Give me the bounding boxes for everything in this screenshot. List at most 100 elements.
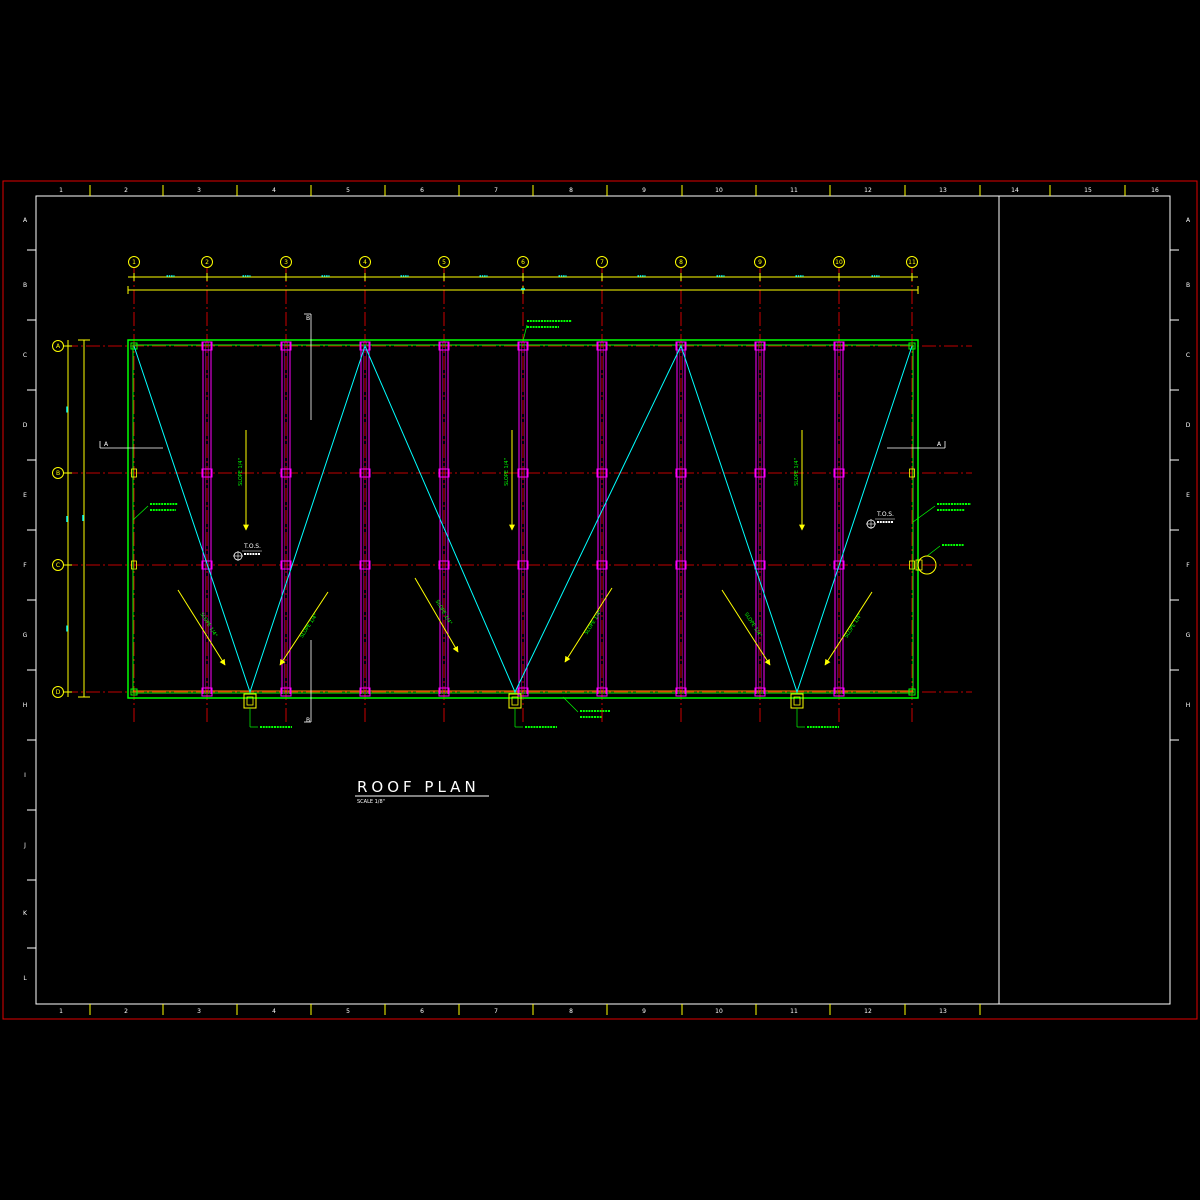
border-label-top: 7 bbox=[494, 187, 498, 194]
roof-drains bbox=[243, 693, 839, 728]
slope-arrow bbox=[721, 589, 771, 666]
slope-label: SLOPE 1/4" bbox=[299, 613, 319, 640]
border-label-left: B bbox=[23, 282, 27, 289]
border-bottom-zone-labels: 1 2 3 4 5 6 7 8 9 10 11 12 13 bbox=[59, 1004, 981, 1015]
tos-label: T.O.S. bbox=[876, 511, 894, 518]
border-label-top: 8 bbox=[569, 187, 573, 194]
border-top-zone-labels: 1 2 3 4 5 6 7 8 9 10 11 12 13 14 15 16 bbox=[59, 185, 1159, 196]
grid-bubble-column-label: 9 bbox=[758, 259, 762, 266]
border-label-bottom: 8 bbox=[569, 1008, 573, 1015]
slope-label: SLOPE 1/4" bbox=[794, 458, 800, 486]
border-label-top: 4 bbox=[272, 187, 276, 194]
border-label-left: A bbox=[23, 217, 28, 224]
border-label-left: I bbox=[24, 772, 26, 779]
border-label-bottom: 5 bbox=[346, 1008, 350, 1015]
dimension-strings bbox=[64, 273, 919, 698]
border-label-left: J bbox=[23, 842, 26, 849]
border-label-bottom: 3 bbox=[197, 1008, 201, 1015]
border-label-top: 5 bbox=[346, 187, 350, 194]
border-label-bottom: 1 bbox=[59, 1008, 63, 1015]
drawing-canvas: ROOF PLAN SCALE 1/8" 1 2 3 4 5 6 7 8 9 10 11 12 13 14… bbox=[0, 0, 1200, 1200]
section-label-a: A bbox=[104, 441, 109, 448]
section-label-a: A bbox=[937, 441, 942, 448]
border-label-left: D bbox=[23, 422, 28, 429]
drawing-scale: SCALE 1/8" bbox=[357, 799, 385, 805]
border-label-right: A bbox=[1186, 217, 1191, 224]
border-label-left: F bbox=[23, 562, 27, 569]
border-label-bottom: 4 bbox=[272, 1008, 276, 1015]
grid-bubble-column-label: 5 bbox=[442, 259, 446, 266]
slope-label: SLOPE 1/4" bbox=[238, 458, 244, 486]
grid-bubble-column-label: 11 bbox=[908, 259, 916, 266]
tos-label: T.O.S. bbox=[243, 543, 261, 550]
border-label-left: E bbox=[23, 492, 27, 499]
border-label-right: H bbox=[1186, 702, 1191, 709]
border-label-top: 15 bbox=[1084, 187, 1092, 194]
border-label-top: 12 bbox=[864, 187, 872, 194]
border-label-bottom: 12 bbox=[864, 1008, 872, 1015]
border-label-left: H bbox=[23, 702, 28, 709]
top-of-steel-markers: T.O.S. T.O.S. bbox=[233, 511, 895, 561]
border-label-top: 2 bbox=[124, 187, 128, 194]
roof-drain bbox=[790, 693, 804, 709]
annotation-notes bbox=[132, 320, 971, 718]
section-cut-markers: A A B B bbox=[99, 313, 946, 724]
border-label-bottom: 11 bbox=[790, 1008, 798, 1015]
grid-bubble-column-label: 6 bbox=[521, 259, 525, 266]
slope-arrow bbox=[414, 577, 459, 653]
grid-bubble-column-label: 2 bbox=[205, 259, 209, 266]
border-label-right: E bbox=[1186, 492, 1190, 499]
grid-bubble-column-label: 7 bbox=[600, 259, 604, 266]
border-right-zone-labels: A B C D E F G H bbox=[1170, 217, 1191, 741]
border-label-right: B bbox=[1186, 282, 1190, 289]
drawing-title-block: ROOF PLAN SCALE 1/8" bbox=[355, 778, 489, 805]
drawing-title: ROOF PLAN bbox=[357, 778, 480, 796]
border-label-bottom: 10 bbox=[715, 1008, 723, 1015]
border-label-right: C bbox=[1186, 352, 1190, 359]
grid-bubble-row-label: C bbox=[56, 562, 60, 569]
joist-note-right-leader bbox=[912, 505, 936, 523]
border-label-right: D bbox=[1186, 422, 1191, 429]
border-label-top: 1 bbox=[59, 187, 63, 194]
grid-bubble-row-label: A bbox=[56, 343, 61, 350]
grid-bubble-column-label: 3 bbox=[284, 259, 288, 266]
slope-label: SLOPE 1/4" bbox=[504, 458, 510, 486]
border-label-bottom: 7 bbox=[494, 1008, 498, 1015]
border-label-top: 16 bbox=[1151, 187, 1159, 194]
grid-bubble-row-label: D bbox=[56, 689, 61, 696]
border-label-left: K bbox=[23, 910, 28, 917]
inner-sheet-border bbox=[35, 195, 1171, 1005]
border-label-top: 10 bbox=[715, 187, 723, 194]
border-label-left: C bbox=[23, 352, 27, 359]
border-label-top: 14 bbox=[1011, 187, 1019, 194]
grid-bubble-column-label: 1 bbox=[132, 259, 136, 266]
border-label-top: 9 bbox=[642, 187, 646, 194]
grid-bubble-column-label: 10 bbox=[835, 259, 843, 266]
border-label-top: 11 bbox=[790, 187, 798, 194]
slope-label: SLOPE 1/4" bbox=[844, 613, 864, 640]
section-label-b: B bbox=[306, 315, 310, 322]
sheet-frame bbox=[2, 180, 1198, 1020]
border-label-right: G bbox=[1186, 632, 1191, 639]
grid-bubble-column-label: 4 bbox=[363, 259, 367, 266]
border-label-left: G bbox=[23, 632, 28, 639]
border-label-bottom: 9 bbox=[642, 1008, 646, 1015]
border-left-zone-labels: A B C D E F G H I J K L bbox=[23, 217, 36, 982]
outer-sheet-border bbox=[2, 180, 1198, 1020]
slope-arrow bbox=[177, 589, 226, 666]
border-label-bottom: 13 bbox=[939, 1008, 947, 1015]
border-label-top: 13 bbox=[939, 187, 947, 194]
border-label-top: 6 bbox=[420, 187, 424, 194]
section-label-b: B bbox=[306, 717, 310, 724]
scupper-note-leader bbox=[926, 545, 941, 557]
slope-label: SLOPE 1/4" bbox=[434, 599, 453, 626]
border-label-left: L bbox=[23, 975, 27, 982]
roof-plan-drawing: ROOF PLAN SCALE 1/8" 1 2 3 4 5 6 7 8 9 10 11 12 13 14… bbox=[2, 180, 1198, 1020]
grid-bubble-column-label: 8 bbox=[679, 259, 683, 266]
grid-bubble-row-label: B bbox=[56, 470, 60, 477]
joist-note-top-leader bbox=[522, 324, 528, 342]
gutter-note-leader bbox=[562, 696, 579, 713]
border-label-bottom: 2 bbox=[124, 1008, 128, 1015]
joist-note-left-leader bbox=[132, 505, 149, 521]
border-label-bottom: 6 bbox=[420, 1008, 424, 1015]
